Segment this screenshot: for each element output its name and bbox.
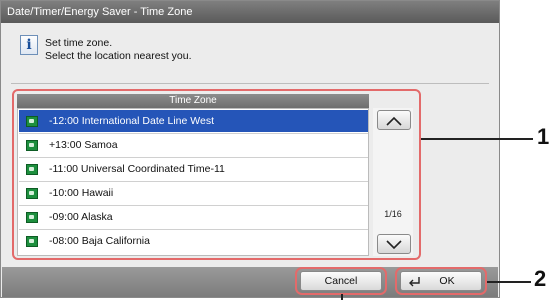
ok-button-label: OK <box>439 275 455 287</box>
time-zone-flag-icon <box>26 236 38 247</box>
instruction-line-2: Select the location nearest you. <box>45 50 192 62</box>
list-item-label: +13:00 Samoa <box>49 139 118 151</box>
scroll-down-button[interactable] <box>377 234 411 254</box>
page-indicator: 1/16 <box>384 209 402 219</box>
callout-line-1 <box>421 138 533 140</box>
callout-tick <box>341 294 343 300</box>
time-zone-flag-icon <box>26 116 38 127</box>
time-zone-flag-icon <box>26 212 38 223</box>
instruction-line-1: Set time zone. <box>45 37 113 49</box>
list-item-label: -11:00 Universal Coordinated Time-11 <box>49 163 225 175</box>
callout-number-2: 2 <box>534 266 547 291</box>
ok-button[interactable]: OK <box>400 271 482 291</box>
chevron-down-icon <box>386 240 402 250</box>
info-icon <box>20 35 38 55</box>
time-zone-list: -12:00 International Date Line West +13:… <box>17 108 369 256</box>
list-item-time-zone[interactable]: -09:00 Alaska <box>19 206 368 228</box>
callout-number-1: 1 <box>537 124 550 149</box>
scroll-up-button[interactable] <box>377 110 411 130</box>
chevron-up-icon <box>386 116 402 126</box>
divider <box>11 83 489 84</box>
enter-icon <box>409 277 420 287</box>
list-item-time-zone[interactable]: -12:00 International Date Line West <box>19 110 368 132</box>
list-item-time-zone[interactable]: -10:00 Hawaii <box>19 182 368 204</box>
time-zone-column-header: Time Zone <box>17 94 369 108</box>
list-item-time-zone[interactable]: +13:00 Samoa <box>19 134 368 156</box>
list-item-label: -12:00 International Date Line West <box>49 115 214 127</box>
time-zone-flag-icon <box>26 140 38 151</box>
instruction-message: Set time zone. Select the location neare… <box>20 35 192 63</box>
window-title: Date/Timer/Energy Saver - Time Zone <box>1 1 499 23</box>
time-zone-flag-icon <box>26 164 38 175</box>
callout-line-2 <box>487 281 531 283</box>
time-zone-flag-icon <box>26 188 38 199</box>
list-item-label: -08:00 Baja California <box>49 235 150 247</box>
list-item-time-zone[interactable]: -08:00 Baja California <box>19 230 368 252</box>
cancel-button[interactable]: Cancel <box>300 271 382 291</box>
list-item-label: -09:00 Alaska <box>49 211 113 223</box>
list-item-time-zone[interactable]: -11:00 Universal Coordinated Time-11 <box>19 158 368 180</box>
list-item-label: -10:00 Hawaii <box>49 187 114 199</box>
